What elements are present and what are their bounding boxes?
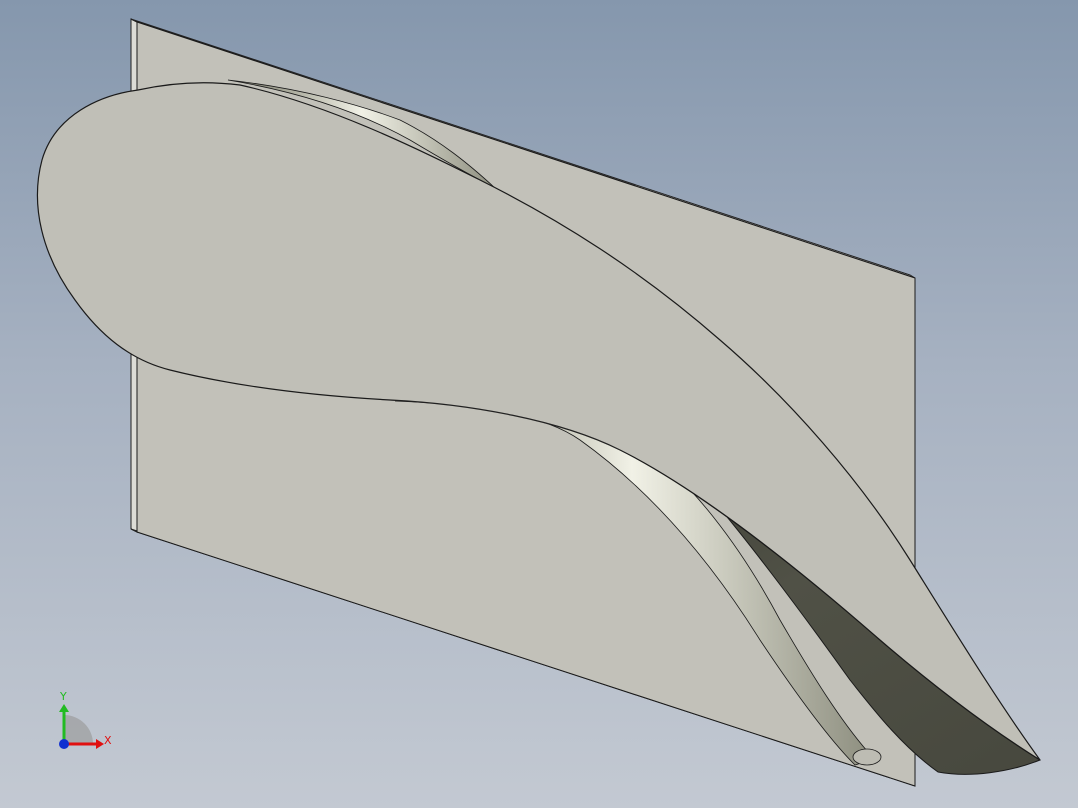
y-axis-label: Y [59,690,67,703]
triad-quadrant [64,715,93,744]
coordinate-triad: X Y [59,690,112,749]
x-axis-label: X [104,734,112,747]
fillet-end-cap [852,748,882,766]
z-axis-dot [59,739,69,749]
model-scene[interactable]: X Y [0,0,1078,808]
graphics-viewport[interactable]: X Y [0,0,1078,808]
